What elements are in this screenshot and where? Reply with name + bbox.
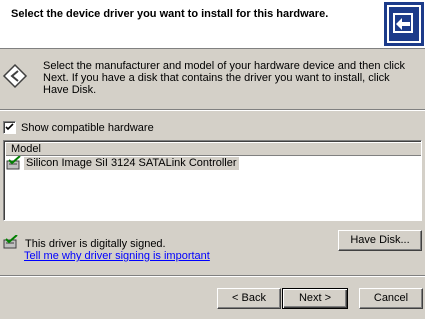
list-item[interactable]: Silicon Image SiI 3124 SATALink Controll… xyxy=(6,155,239,170)
checkmark-icon xyxy=(5,123,14,131)
page-title: Select the device driver you want to ins… xyxy=(11,8,329,20)
model-list[interactable]: Model Silicon Image SiI 3124 SATALink Co… xyxy=(3,140,422,221)
hardware-arrow-icon xyxy=(2,63,28,89)
model-item-label: Silicon Image SiI 3124 SATALink Controll… xyxy=(24,156,239,170)
hardware-wizard-icon xyxy=(384,2,424,46)
intro-section: Select the manufacturer and model of you… xyxy=(0,49,425,110)
footer-divider xyxy=(0,275,425,277)
show-compatible-checkbox-row[interactable]: Show compatible hardware xyxy=(3,121,154,134)
back-button[interactable]: < Back xyxy=(217,288,281,309)
wizard-header: Select the device driver you want to ins… xyxy=(0,0,425,49)
model-column-header[interactable]: Model xyxy=(6,143,421,156)
intro-text: Select the manufacturer and model of you… xyxy=(43,60,405,96)
next-button[interactable]: Next > xyxy=(282,288,348,309)
show-compatible-checkbox[interactable] xyxy=(3,121,16,134)
signed-driver-icon xyxy=(3,234,19,252)
driver-signing-link[interactable]: Tell me why driver signing is important xyxy=(24,250,210,262)
signed-driver-icon xyxy=(6,155,22,170)
have-disk-button[interactable]: Have Disk... xyxy=(338,230,422,251)
show-compatible-label: Show compatible hardware xyxy=(21,121,154,134)
signing-status-text: This driver is digitally signed. xyxy=(25,237,166,250)
section-divider xyxy=(0,109,425,111)
cancel-button[interactable]: Cancel xyxy=(359,288,423,309)
